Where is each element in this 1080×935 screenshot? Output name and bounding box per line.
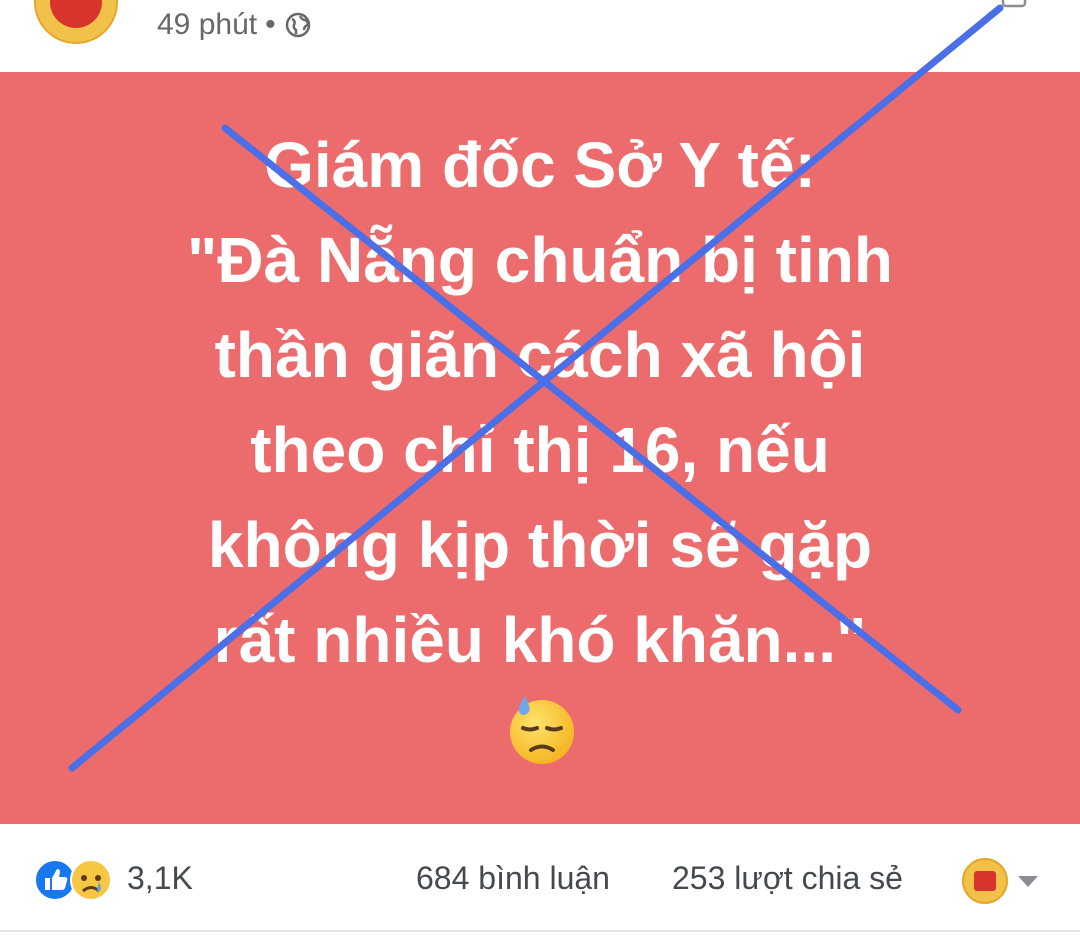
post-meta: 49 phút • bbox=[157, 8, 312, 42]
more-options-icon[interactable] bbox=[985, 0, 1029, 12]
comment-count[interactable]: 684 bình luận bbox=[416, 860, 610, 897]
post-time[interactable]: 49 phút bbox=[157, 8, 257, 42]
reaction-icons[interactable] bbox=[33, 858, 113, 902]
quote-line: theo chỉ thị 16, nếu bbox=[250, 414, 830, 486]
quote-line: thần giãn cách xã hội bbox=[214, 319, 866, 391]
post-image-card[interactable]: Giám đốc Sở Y tế: "Đà Nẵng chuẩn bị tinh… bbox=[0, 72, 1080, 824]
divider bbox=[0, 930, 1080, 932]
quote-line: không kịp thời sẽ gặp bbox=[207, 509, 873, 581]
quote-line: rất nhiều khó khăn..." bbox=[213, 604, 867, 676]
quote-line: "Đà Nẵng chuẩn bị tinh bbox=[187, 224, 893, 296]
quote-line: Giám đốc Sở Y tế: bbox=[264, 129, 816, 201]
share-count[interactable]: 253 lượt chia sẻ bbox=[672, 860, 903, 897]
downcast-face-with-sweat-icon bbox=[510, 696, 574, 764]
reaction-count[interactable]: 3,1K bbox=[127, 860, 193, 897]
chevron-down-icon[interactable] bbox=[1016, 874, 1040, 890]
acting-as-avatar[interactable] bbox=[962, 858, 1008, 904]
meta-separator: • bbox=[265, 8, 276, 41]
page-avatar[interactable] bbox=[34, 0, 118, 44]
post-header: 49 phút • bbox=[0, 0, 1080, 72]
post-footer: 3,1K 684 bình luận 253 lượt chia sẻ bbox=[0, 824, 1080, 935]
globe-icon bbox=[285, 12, 310, 38]
sad-icon bbox=[70, 859, 112, 901]
post-quote-text: Giám đốc Sở Y tế: "Đà Nẵng chuẩn bị tinh… bbox=[0, 118, 1080, 688]
